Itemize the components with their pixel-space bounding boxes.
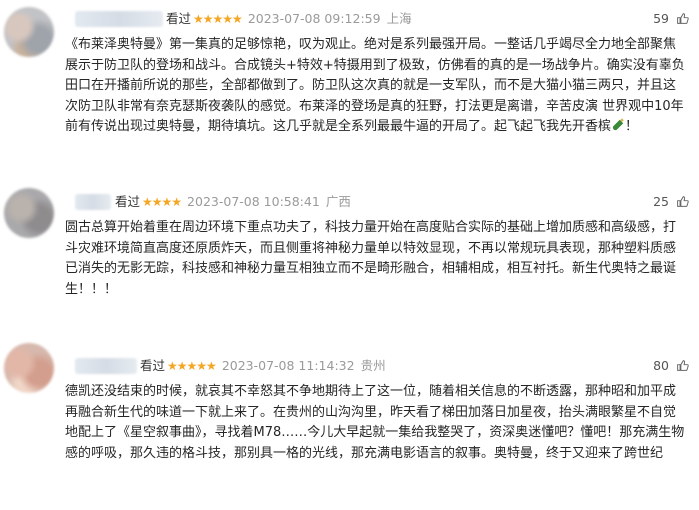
rating-label: 看过 — [140, 358, 166, 373]
vote-useful-button[interactable]: 59 — [653, 11, 689, 27]
review-time: 2023-07-08 11:14:32 — [221, 358, 355, 373]
username-blurred[interactable] — [75, 11, 163, 27]
thumb-up-icon — [677, 196, 689, 207]
review-location: 广西 — [325, 194, 351, 209]
review-meta: 看过 ★★★★★ 2023-07-08 11:14:32 贵州 — [140, 358, 386, 374]
rating-label: 看过 — [115, 194, 141, 209]
vote-count: 59 — [653, 11, 670, 26]
user-avatar[interactable] — [4, 343, 54, 393]
review-time: 2023-07-08 10:58:41 — [187, 194, 320, 209]
review-content: 德凯还没结束的时候，就哀其不幸怒其不争地期待上了这一位，随着相关信息的不断透露，… — [65, 384, 685, 461]
vote-useful-button[interactable]: 80 — [653, 358, 689, 374]
star-rating: ★★★★★ — [193, 12, 243, 26]
rating-label: 看过 — [166, 11, 192, 26]
review-meta: 看过 ★★★★★ 2023-07-08 09:12:59 上海 — [166, 11, 412, 27]
user-avatar[interactable] — [4, 188, 54, 238]
vote-useful-button[interactable]: 25 — [653, 194, 689, 210]
review-time: 2023-07-08 09:12:59 — [247, 11, 381, 26]
review-content: 《布莱泽奥特曼》第一集真的足够惊艳，叹为观止。绝对是系列最强开局。一整话几乎竭尽… — [65, 37, 685, 134]
username-blurred[interactable] — [75, 194, 111, 210]
review-location: 上海 — [386, 11, 412, 26]
vote-count: 80 — [653, 358, 670, 373]
username-blurred[interactable] — [75, 358, 137, 374]
thumb-up-icon — [677, 13, 689, 24]
star-rating: ★★★★ — [142, 195, 182, 209]
user-avatar[interactable] — [4, 7, 54, 57]
review-meta: 看过 ★★★★ 2023-07-08 10:58:41 广西 — [115, 194, 351, 210]
review-content: 圆古总算开始着重在周边环境下重点功夫了，科技力量开始在高度贴合实际的基础上增加质… — [65, 220, 677, 297]
thumb-up-icon — [677, 360, 689, 371]
vote-count: 25 — [653, 194, 670, 209]
star-rating: ★★★★★ — [167, 359, 217, 373]
champagne-bottle-icon — [612, 118, 624, 131]
review-location: 贵州 — [360, 358, 386, 373]
